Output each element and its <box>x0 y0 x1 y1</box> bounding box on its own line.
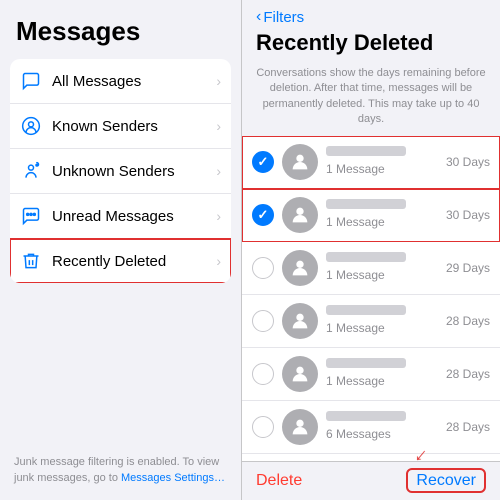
person-question-icon <box>20 160 42 182</box>
recover-button[interactable]: Recover <box>406 468 486 493</box>
message-item-3[interactable]: 1 Message 29 Days <box>242 242 500 295</box>
right-subtitle: Conversations show the days remaining be… <box>242 60 500 136</box>
msg-sub-6: 6 Messages <box>326 427 391 441</box>
right-title: Recently Deleted <box>256 30 486 56</box>
right-header: ‹ Filters Recently Deleted <box>242 0 500 60</box>
right-panel: ‹ Filters Recently Deleted Conversations… <box>242 0 500 500</box>
msg-content-1: 1 Message <box>326 146 438 178</box>
message-item-5[interactable]: 1 Message 28 Days <box>242 348 500 401</box>
message-item-1[interactable]: 1 Message 30 Days <box>242 136 500 189</box>
arrow-indicator: ↑ <box>48 282 63 283</box>
chevron-icon: › <box>216 208 221 224</box>
checkbox-6[interactable] <box>252 416 274 438</box>
msg-days-2: 30 Days <box>446 208 490 222</box>
settings-link[interactable]: Messages Settings… <box>121 472 225 484</box>
msg-days-5: 28 Days <box>446 367 490 381</box>
msg-sub-4: 1 Message <box>326 321 385 335</box>
bottom-bar: Delete ↓ Recover <box>242 461 500 500</box>
menu-item-unknown-senders[interactable]: Unknown Senders › <box>10 149 231 194</box>
checkbox-2[interactable] <box>252 204 274 226</box>
menu-item-known-senders[interactable]: Known Senders › <box>10 104 231 149</box>
checkbox-1[interactable] <box>252 151 274 173</box>
msg-days-6: 28 Days <box>446 420 490 434</box>
message-item-7[interactable]: 1 Message 28 Days <box>242 454 500 461</box>
msg-content-5: 1 Message <box>326 358 438 390</box>
menu-item-all-messages[interactable]: All Messages › <box>10 59 231 104</box>
msg-days-3: 29 Days <box>446 261 490 275</box>
msg-name-bar-1 <box>326 146 406 156</box>
known-senders-label: Known Senders <box>52 118 216 135</box>
back-chevron-icon: ‹ <box>256 8 261 26</box>
left-footer: Junk message filtering is enabled. To vi… <box>0 445 241 500</box>
trash-icon <box>20 250 42 272</box>
left-title: Messages <box>0 0 241 55</box>
left-panel: Messages All Messages › Known Senders › <box>0 0 242 500</box>
delete-button[interactable]: Delete <box>256 472 302 490</box>
avatar-2 <box>282 197 318 233</box>
avatar-3 <box>282 250 318 286</box>
bubble-unread-icon <box>20 205 42 227</box>
msg-sub-1: 1 Message <box>326 162 385 176</box>
avatar-1 <box>282 144 318 180</box>
message-item-2[interactable]: 1 Message 30 Days <box>242 189 500 242</box>
msg-content-4: 1 Message <box>326 305 438 337</box>
msg-sub-3: 1 Message <box>326 268 385 282</box>
msg-content-6: 6 Messages <box>326 411 438 443</box>
msg-days-1: 30 Days <box>446 155 490 169</box>
menu-item-recently-deleted[interactable]: Recently Deleted › ↑ <box>10 239 231 283</box>
msg-sub-5: 1 Message <box>326 374 385 388</box>
msg-name-bar-4 <box>326 305 406 315</box>
menu-list: All Messages › Known Senders › <box>10 59 231 283</box>
menu-item-unread-messages[interactable]: Unread Messages › <box>10 194 231 239</box>
checkbox-4[interactable] <box>252 310 274 332</box>
checkbox-5[interactable] <box>252 363 274 385</box>
avatar-5 <box>282 356 318 392</box>
back-button[interactable]: ‹ Filters <box>256 8 486 26</box>
msg-name-bar-2 <box>326 199 406 209</box>
avatar-6 <box>282 409 318 445</box>
chevron-icon: › <box>216 253 221 269</box>
avatar-4 <box>282 303 318 339</box>
back-label: Filters <box>263 9 304 26</box>
chevron-icon: › <box>216 163 221 179</box>
unread-messages-label: Unread Messages <box>52 208 216 225</box>
msg-name-bar-6 <box>326 411 406 421</box>
checkbox-3[interactable] <box>252 257 274 279</box>
msg-days-4: 28 Days <box>446 314 490 328</box>
chevron-icon: › <box>216 73 221 89</box>
chevron-icon: › <box>216 118 221 134</box>
person-circle-icon <box>20 115 42 137</box>
messages-list: 1 Message 30 Days 1 Message 30 Days <box>242 136 500 461</box>
msg-name-bar-5 <box>326 358 406 368</box>
recently-deleted-label: Recently Deleted <box>52 253 216 270</box>
msg-content-2: 1 Message <box>326 199 438 231</box>
msg-sub-2: 1 Message <box>326 215 385 229</box>
bubble-icon <box>20 70 42 92</box>
msg-name-bar-3 <box>326 252 406 262</box>
message-item-4[interactable]: 1 Message 28 Days <box>242 295 500 348</box>
message-item-6[interactable]: 6 Messages 28 Days <box>242 401 500 454</box>
all-messages-label: All Messages <box>52 73 216 90</box>
msg-content-3: 1 Message <box>326 252 438 284</box>
unknown-senders-label: Unknown Senders <box>52 163 216 180</box>
